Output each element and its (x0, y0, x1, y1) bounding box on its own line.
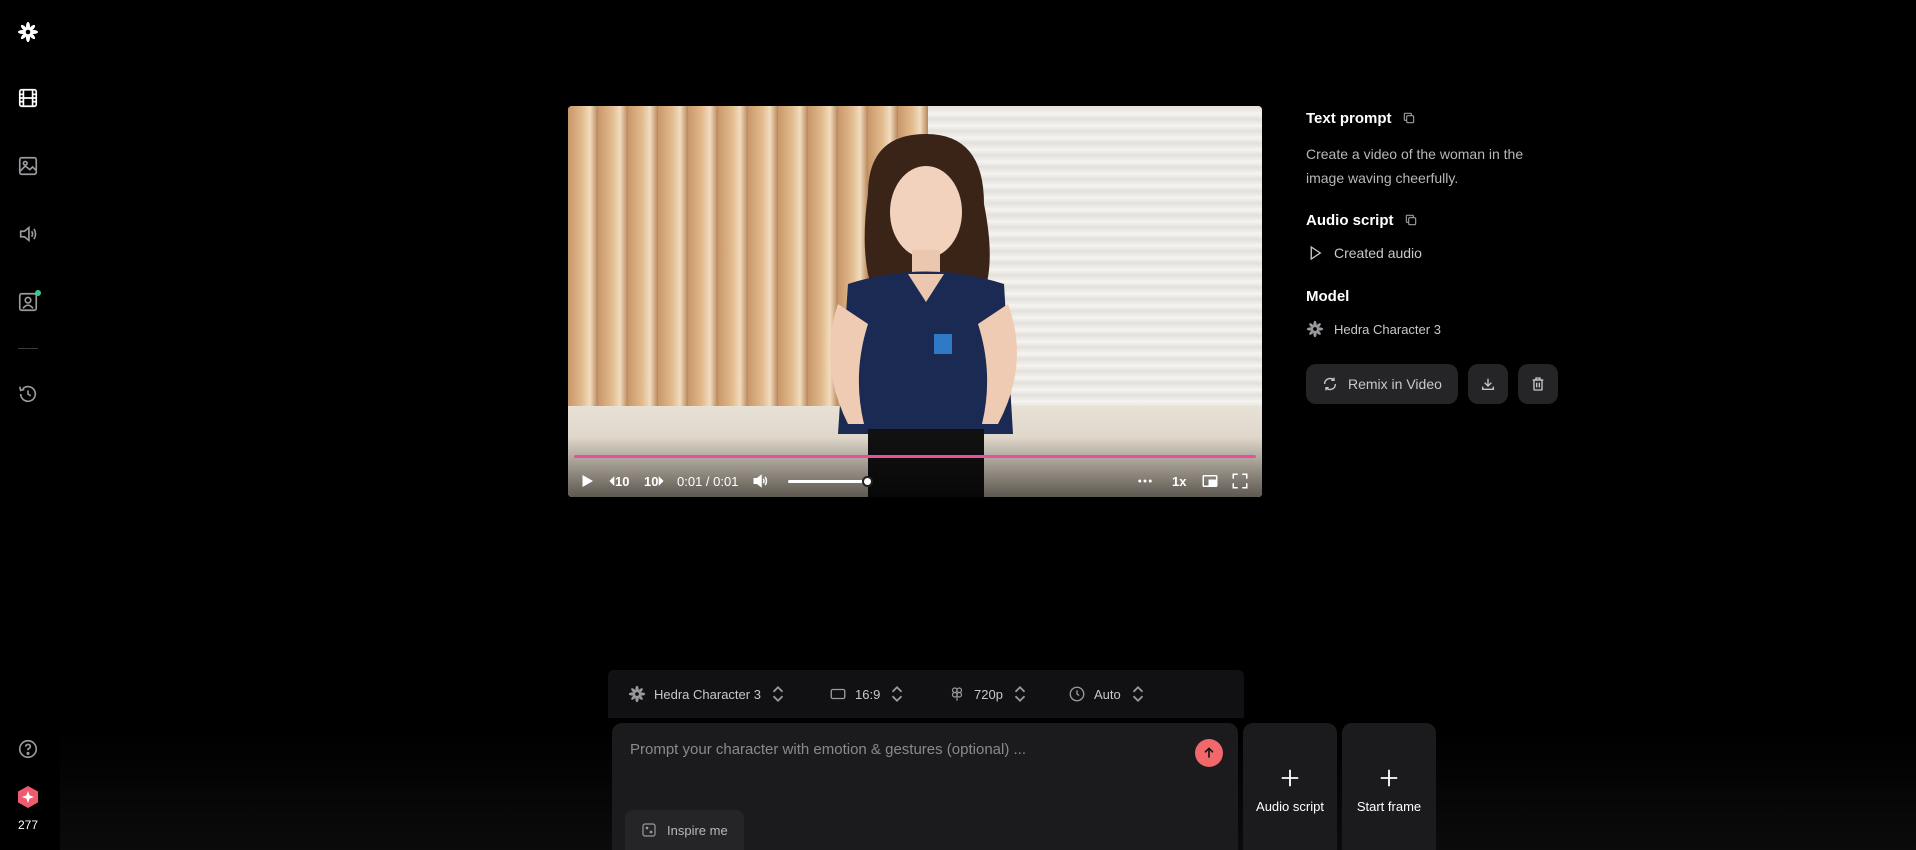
credits-count: 277 (17, 818, 39, 832)
resolution-icon (951, 687, 963, 701)
credit-gem-icon (18, 786, 38, 808)
delete-button[interactable] (1517, 364, 1558, 404)
hedra-logo-icon[interactable] (14, 18, 42, 46)
aspect-ratio-icon (830, 688, 846, 700)
image-nav-icon[interactable] (14, 152, 42, 180)
fullscreen-icon (1232, 473, 1248, 489)
history-nav-icon[interactable] (14, 380, 42, 408)
prompt-input[interactable] (630, 737, 1170, 761)
rewind-icon (609, 476, 615, 486)
model-flower-icon (628, 685, 646, 703)
video-progress-bar[interactable] (574, 455, 1256, 458)
video-actions: Remix in Video (1306, 364, 1596, 404)
character-nav-icon[interactable] (14, 288, 42, 316)
sidebar: 277 (0, 0, 56, 850)
play-outline-icon (1310, 245, 1322, 261)
audio-script-title: Audio script (1306, 211, 1394, 229)
play-button[interactable] (578, 466, 596, 496)
audio-nav-icon[interactable] (14, 220, 42, 248)
forward-label: 10 (644, 473, 659, 489)
help-button[interactable] (14, 735, 42, 763)
rewind-label: 10 (615, 473, 630, 489)
generation-details-panel: Text prompt Create a video of the woman … (1306, 106, 1596, 404)
speaker-icon (19, 225, 37, 243)
resolution-value: 720p (974, 686, 1003, 702)
more-options-button[interactable] (1136, 466, 1154, 496)
forward-10-button[interactable]: 10 (644, 466, 665, 496)
add-audio-script-tile[interactable]: Audio script (1243, 723, 1337, 850)
aspect-ratio-select[interactable]: 16:9 (829, 670, 906, 718)
history-icon (18, 385, 37, 403)
volume-slider-track[interactable] (788, 480, 868, 483)
send-button[interactable] (1195, 739, 1223, 767)
chevron-updown-icon (1132, 685, 1143, 703)
volume-icon (753, 474, 768, 488)
picture-in-picture-button[interactable] (1201, 466, 1219, 496)
model-select-value: Hedra Character 3 (654, 686, 761, 702)
text-prompt-title: Text prompt (1306, 109, 1392, 127)
audio-script-tile-label: Audio script (1256, 799, 1324, 814)
audio-script-heading: Audio script (1306, 208, 1596, 232)
duration-select[interactable]: Auto (1068, 670, 1147, 718)
text-prompt-heading: Text prompt (1306, 106, 1596, 130)
model-row: Hedra Character 3 (1306, 318, 1596, 340)
remix-in-video-button[interactable]: Remix in Video (1306, 364, 1458, 404)
playback-speed-button[interactable]: 1x (1172, 466, 1186, 496)
volume-slider-knob[interactable] (862, 476, 873, 487)
model-heading: Model (1306, 284, 1596, 308)
text-prompt-value: Create a video of the woman in the image… (1306, 146, 1524, 186)
audio-label: Created audio (1334, 245, 1422, 261)
copy-icon[interactable] (1402, 111, 1416, 125)
volume-button[interactable] (752, 466, 770, 496)
credits-badge[interactable] (15, 784, 41, 810)
model-name: Hedra Character 3 (1334, 321, 1441, 337)
chevron-updown-icon (1014, 685, 1026, 703)
chevron-updown-icon (892, 685, 903, 703)
model-flower-icon (1306, 320, 1324, 338)
inspire-label: Inspire me (667, 822, 728, 838)
chevron-updown-icon (772, 685, 784, 703)
video-player[interactable]: 10 10 0:01 / 0:01 1x (568, 106, 1262, 497)
prompt-box: Inspire me (612, 723, 1238, 850)
logo-flower-icon (17, 21, 39, 43)
help-icon (18, 739, 38, 759)
plus-icon (1281, 769, 1299, 787)
copy-icon[interactable] (1404, 213, 1418, 227)
aspect-ratio-value: 16:9 (855, 686, 881, 702)
dice-icon (642, 823, 656, 837)
more-icon (1138, 479, 1152, 483)
rewind-10-button[interactable]: 10 (608, 466, 629, 496)
trash-icon (1532, 377, 1544, 391)
film-icon (18, 88, 38, 108)
video-nav-icon[interactable] (14, 84, 42, 112)
inspire-me-button[interactable]: Inspire me (625, 810, 744, 850)
audio-play-row[interactable]: Created audio (1306, 242, 1596, 264)
generation-options-bar: Hedra Character 3 16:9 720p Auto (608, 670, 1244, 718)
arrow-up-icon (1204, 747, 1214, 758)
remix-label: Remix in Video (1348, 376, 1442, 392)
plus-icon (1380, 769, 1398, 787)
refresh-icon (1323, 377, 1337, 391)
model-title: Model (1306, 287, 1350, 305)
model-select[interactable]: Hedra Character 3 (628, 670, 787, 718)
pip-icon (1202, 475, 1218, 487)
start-frame-tile-label: Start frame (1356, 799, 1422, 814)
forward-icon (659, 476, 665, 486)
new-indicator-dot (35, 290, 41, 296)
add-start-frame-tile[interactable]: Start frame (1342, 723, 1436, 850)
video-time: 0:01 / 0:01 (677, 473, 739, 489)
clock-icon (1069, 686, 1085, 702)
duration-value: Auto (1094, 686, 1121, 702)
resolution-select[interactable]: 720p (948, 670, 1029, 718)
play-icon (582, 475, 593, 487)
sidebar-divider (18, 348, 38, 349)
download-button[interactable] (1467, 364, 1508, 404)
video-controls: 10 10 0:01 / 0:01 1x (568, 466, 1262, 496)
image-icon (18, 156, 38, 176)
fullscreen-button[interactable] (1231, 466, 1249, 496)
download-icon (1481, 378, 1494, 390)
